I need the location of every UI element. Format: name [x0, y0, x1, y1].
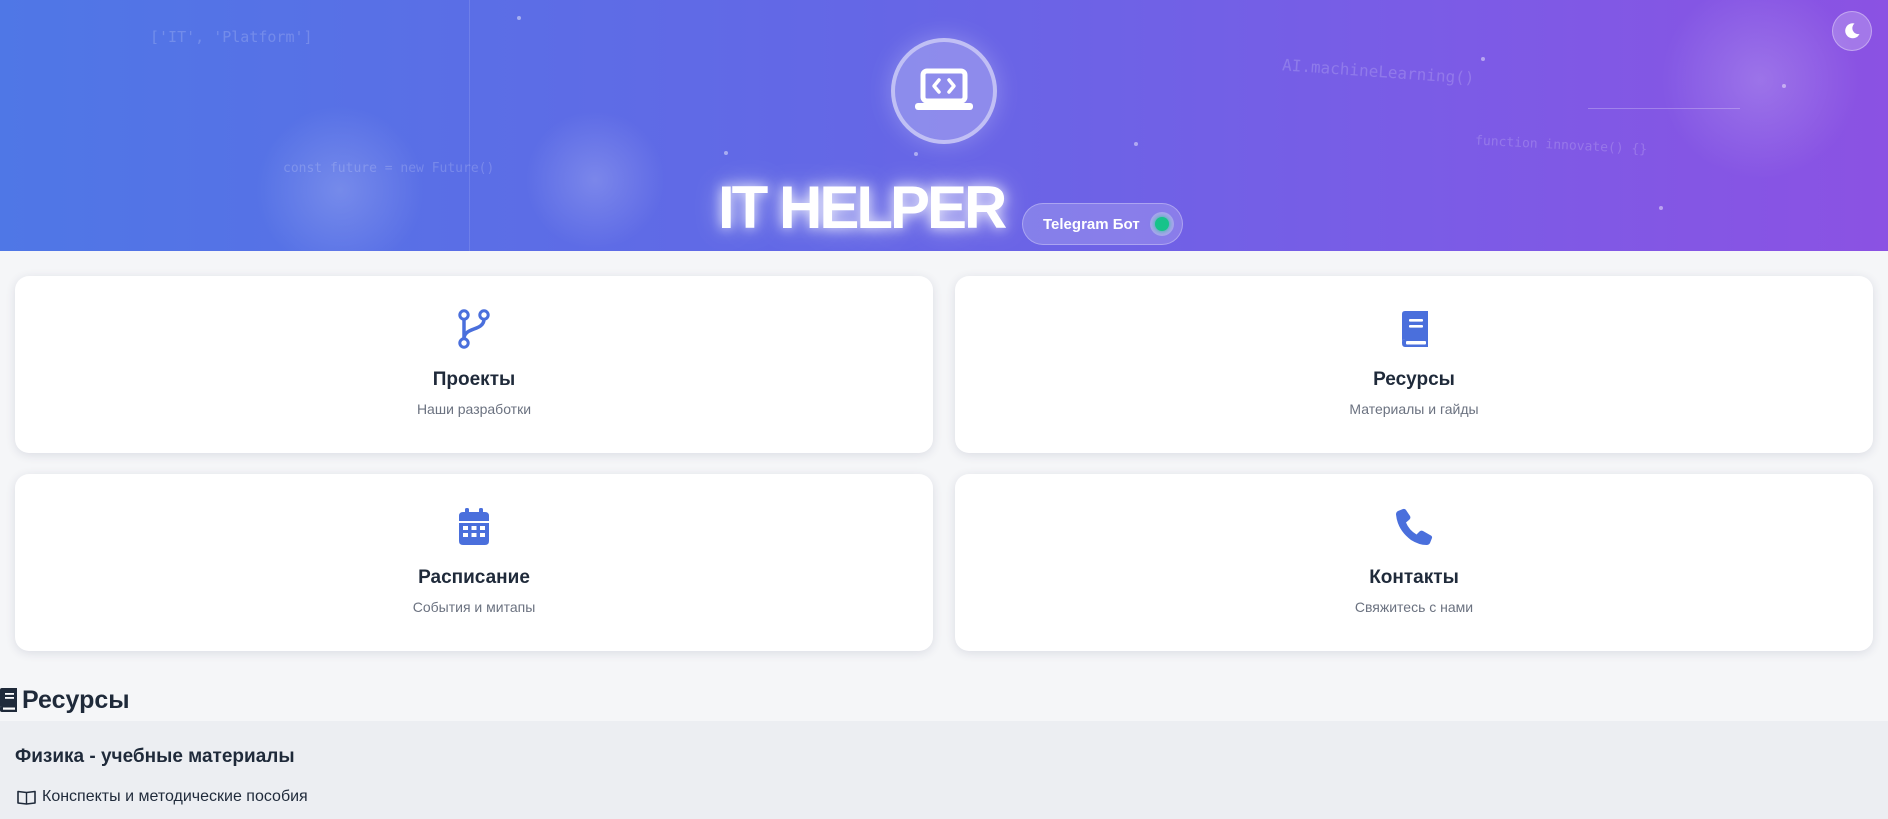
resources-heading-label: Ресурсы — [22, 685, 130, 714]
phone-icon — [1395, 506, 1433, 548]
hero-glow — [1660, 0, 1860, 180]
hero-star — [724, 151, 728, 155]
resources-heading: Ресурсы — [0, 684, 130, 716]
book-icon — [1397, 308, 1431, 350]
hero-star — [914, 152, 918, 156]
theme-toggle-button[interactable] — [1832, 11, 1872, 51]
logo-icon — [891, 38, 997, 144]
code-branch-icon — [457, 308, 491, 350]
physics-materials-title: Физика - учебные материалы — [15, 746, 295, 767]
card-subtitle: События и митапы — [412, 599, 536, 615]
hero-code-snippet: AI.machineLearning() — [1281, 55, 1476, 88]
card-schedule[interactable]: Расписание События и митапы — [15, 474, 933, 651]
brand-title: IT HELPER — [718, 174, 1007, 241]
hero-star — [1782, 84, 1786, 88]
hero-glow — [255, 105, 425, 251]
hero-star — [1481, 57, 1485, 61]
book-icon — [0, 688, 17, 712]
hero-code-snippet: const future = new Future() — [283, 161, 495, 176]
hero-star — [517, 16, 521, 20]
card-subtitle: Наши разработки — [416, 401, 532, 417]
open-book-icon — [17, 790, 36, 805]
card-subtitle: Свяжитесь с нами — [1354, 599, 1474, 615]
card-contacts[interactable]: Контакты Свяжитесь с нами — [955, 474, 1873, 651]
card-title: Ресурсы — [1373, 369, 1455, 390]
hero-divider — [1588, 108, 1740, 109]
hero-star — [1659, 206, 1663, 210]
card-resources[interactable]: Ресурсы Материалы и гайды — [955, 276, 1873, 453]
resource-item-label: Конспекты и методические пособия — [42, 788, 308, 805]
card-title: Проекты — [432, 369, 516, 390]
card-projects[interactable]: Проекты Наши разработки — [15, 276, 933, 453]
telegram-bot-label: Telegram Бот — [1043, 215, 1140, 233]
card-title: Расписание — [418, 567, 530, 588]
calendar-icon — [457, 506, 491, 548]
resource-item[interactable]: Конспекты и методические пособия — [17, 788, 308, 806]
hero-code-snippet: ['IT', 'Platform'] — [150, 28, 313, 46]
online-status-icon — [1149, 212, 1174, 236]
card-title: Контакты — [1369, 567, 1459, 588]
laptop-code-icon — [915, 68, 973, 110]
hero-banner: ['IT', 'Platform'] AI.machineLearning() … — [0, 0, 1888, 251]
hero-code-snippet: function innovate() {} — [1474, 133, 1648, 158]
moon-icon — [1845, 23, 1860, 39]
hero-glow — [525, 110, 665, 250]
hero-divider — [469, 0, 470, 251]
telegram-bot-button[interactable]: Telegram Бот — [1022, 203, 1183, 245]
hero-star — [1134, 142, 1138, 146]
card-subtitle: Материалы и гайды — [1349, 401, 1479, 417]
